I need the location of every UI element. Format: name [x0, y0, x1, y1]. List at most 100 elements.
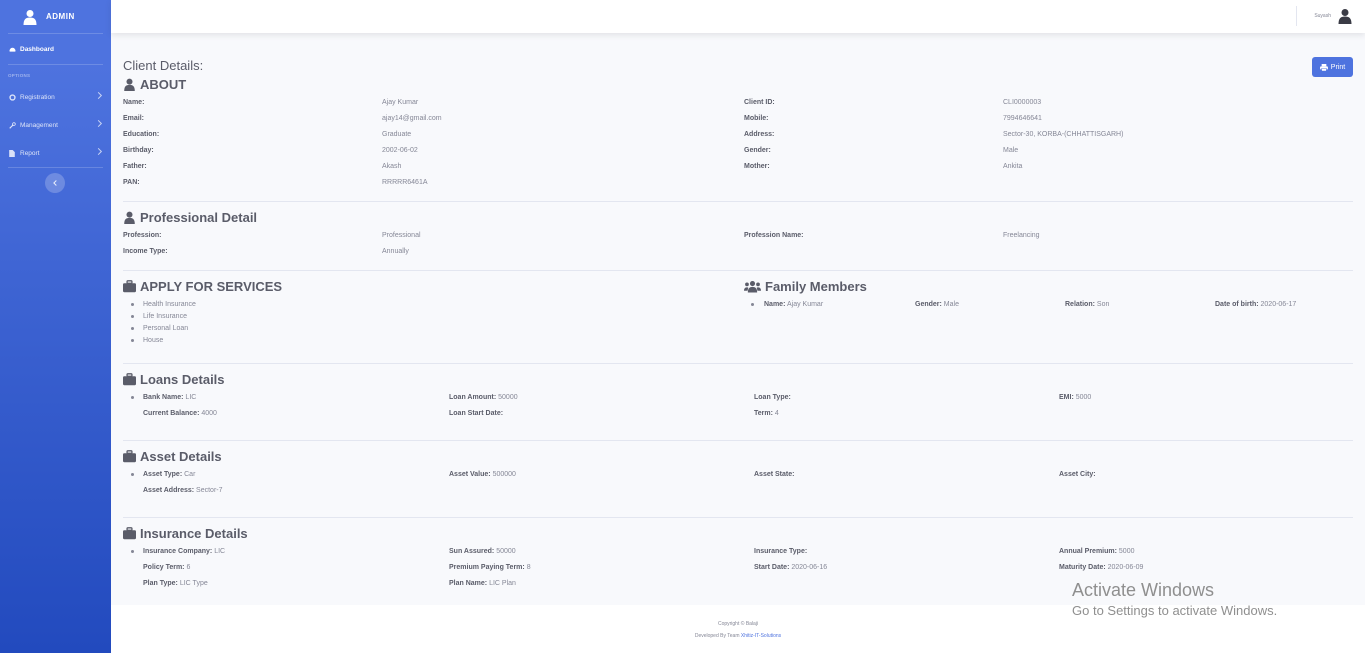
insurance-heading: Insurance Details — [123, 526, 248, 541]
list-bullet — [131, 473, 134, 476]
briefcase-icon — [123, 527, 136, 540]
brand-label: ADMIN — [46, 12, 75, 21]
field-label: Loan Amount: — [449, 394, 497, 401]
services-heading: APPLY FOR SERVICES — [123, 279, 282, 294]
field-value: 6 — [186, 564, 191, 571]
briefcase-icon — [123, 373, 136, 386]
detail-field: Term: 4 — [754, 410, 779, 417]
detail-field: Insurance Type: — [754, 548, 807, 555]
field-value: Akash — [382, 163, 402, 170]
field-label: Asset Address: — [143, 487, 195, 494]
field-value: Male — [943, 301, 959, 308]
detail-field: EMI: 5000 — [1059, 394, 1091, 401]
field-value: 5000 — [1118, 548, 1135, 555]
field-value: 7994646641 — [1003, 115, 1042, 122]
field-value: Ajay Kumar — [786, 301, 824, 308]
sidebar-divider — [8, 167, 103, 168]
sidebar-item-management[interactable]: Management — [0, 111, 111, 139]
field-label: Mother: — [744, 163, 770, 170]
field-label: Mobile: — [744, 115, 769, 122]
list-bullet — [131, 327, 134, 330]
field-label: Sun Assured: — [449, 548, 495, 555]
field-label: Term: — [754, 410, 773, 417]
wrench-icon — [8, 121, 16, 129]
field-value: 2002-06-02 — [382, 147, 418, 154]
detail-field: Maturity Date: 2020-06-09 — [1059, 564, 1143, 571]
chevron-right-icon — [94, 147, 103, 156]
service-item: House — [143, 337, 164, 344]
field-label: Plan Type: — [143, 580, 178, 587]
field-label: Gender: — [744, 147, 771, 154]
detail-field: Asset Address: Sector-7 — [143, 487, 223, 494]
field-label: Father: — [123, 163, 147, 170]
field-value: Professional — [382, 232, 421, 239]
sidebar-toggle-button[interactable] — [45, 173, 65, 193]
sidebar-item-label: Report — [20, 149, 40, 157]
section-divider — [123, 201, 1353, 202]
sidebar-item-label: Management — [20, 121, 58, 129]
field-value: 2020-06-17 — [1260, 301, 1297, 308]
sidebar-item-report[interactable]: Report — [0, 139, 111, 167]
field-value: Ajay Kumar — [382, 99, 419, 106]
detail-field: Asset Value: 500000 — [449, 471, 516, 478]
field-label: Maturity Date: — [1059, 564, 1106, 571]
family-member-dob: Date of birth: 2020-06-17 — [1215, 301, 1296, 308]
watermark-title: Activate Windows — [1072, 580, 1215, 600]
field-label: Asset Type: — [143, 471, 183, 478]
field-value: 4000 — [201, 410, 217, 417]
field-label: Plan Name: — [449, 580, 488, 587]
section-divider — [123, 440, 1353, 441]
detail-field: Premium Paying Term: 8 — [449, 564, 531, 571]
field-label: Email: — [123, 115, 145, 122]
field-label: Loan Start Date: — [449, 410, 504, 417]
field-value: LIC — [185, 394, 197, 401]
family-heading: Family Members — [744, 279, 867, 294]
sidebar-brand[interactable]: ADMIN — [0, 0, 111, 33]
field-label: Education: — [123, 131, 160, 138]
field-value: 5000 — [1075, 394, 1092, 401]
field-value: 4 — [774, 410, 779, 417]
user-menu[interactable]: Suyash — [1314, 8, 1353, 24]
detail-field: Loan Amount: 50000 — [449, 394, 518, 401]
detail-field: Start Date: 2020-06-16 — [754, 564, 827, 571]
field-value: LIC Plan — [489, 580, 516, 587]
print-label: Print — [1330, 63, 1346, 71]
watermark-subtitle: Go to Settings to activate Windows. — [1072, 603, 1278, 618]
list-bullet — [131, 339, 134, 342]
loans-title: Loans Details — [140, 372, 225, 387]
detail-field: Loan Start Date: — [449, 410, 503, 417]
section-divider — [123, 363, 1353, 364]
list-bullet — [131, 315, 134, 318]
team-link[interactable]: Xhitiz-IT-Solutions — [741, 633, 781, 639]
admin-user-icon — [23, 9, 37, 25]
service-item: Personal Loan — [143, 325, 189, 332]
detail-field: Loan Type: — [754, 394, 791, 401]
sidebar-heading: OPTIONS — [8, 73, 31, 78]
print-button[interactable]: Print — [1312, 57, 1353, 77]
professional-heading: Professional Detail — [123, 210, 257, 225]
field-label: Date of birth: — [1215, 301, 1259, 308]
field-value: Male — [1003, 147, 1019, 154]
assets-title: Asset Details — [140, 449, 222, 464]
field-label: Insurance Company: — [143, 548, 213, 555]
sidebar-item-dashboard[interactable]: Dashboard — [0, 34, 111, 64]
family-member-gender: Gender: Male — [915, 301, 959, 308]
field-value: 50000 — [496, 548, 516, 555]
page-title: Client Details: — [123, 58, 204, 73]
file-icon — [8, 149, 16, 157]
list-bullet — [131, 550, 134, 553]
family-title: Family Members — [765, 279, 867, 294]
section-divider — [123, 517, 1353, 518]
field-label: Profession Name: — [744, 232, 804, 239]
detail-field: Bank Name: LIC — [143, 394, 196, 401]
topbar-divider — [1296, 6, 1297, 26]
family-member-relation: Relation: Son — [1065, 301, 1109, 308]
sidebar-item-label: Registration — [20, 93, 55, 101]
field-label: Profession: — [123, 232, 162, 239]
field-label: Premium Paying Term: — [449, 564, 525, 571]
field-value: Freelancing — [1003, 232, 1040, 239]
field-value: 2020-06-16 — [791, 564, 828, 571]
family-member-name: Name: Ajay Kumar — [764, 301, 823, 308]
sidebar-item-registration[interactable]: Registration — [0, 83, 111, 111]
service-item: Life Insurance — [143, 313, 187, 320]
